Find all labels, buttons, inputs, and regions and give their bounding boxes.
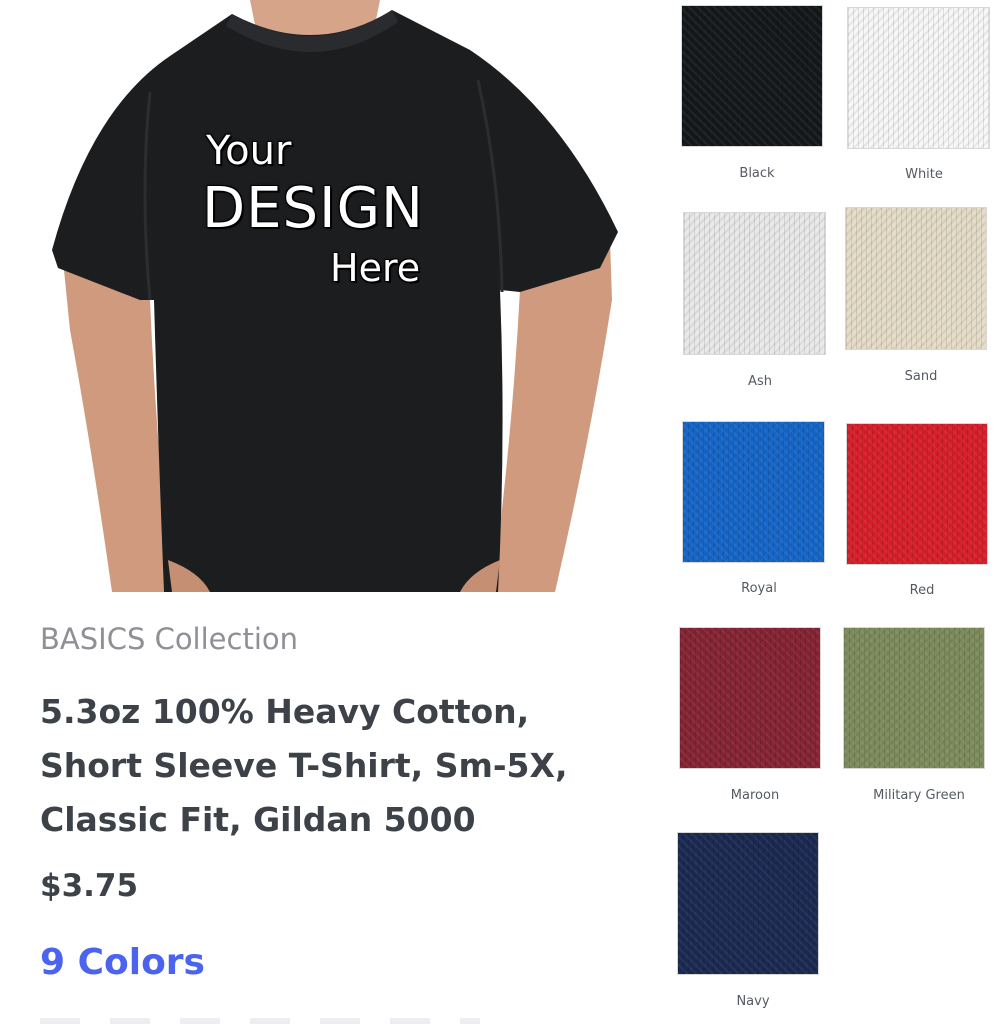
product-title: 5.3oz 100% Heavy Cotton, Short Sleeve T-… <box>40 685 640 847</box>
design-text-your: Your <box>206 128 292 174</box>
faint-divider <box>40 1018 480 1024</box>
swatch-sand[interactable] <box>845 207 987 350</box>
swatch-royal[interactable] <box>682 421 825 563</box>
swatch-label-white: White <box>905 167 943 182</box>
swatch-label-navy: Navy <box>736 994 770 1009</box>
product-image: Your DESIGN Here <box>0 0 640 592</box>
swatch-red[interactable] <box>846 423 988 565</box>
swatch-white[interactable] <box>847 7 990 149</box>
design-text-here: Here <box>330 246 421 290</box>
swatch-label-black: Black <box>739 166 775 181</box>
swatch-label-red: Red <box>909 583 935 598</box>
product-title-line-1: 5.3oz 100% Heavy Cotton, <box>40 692 530 731</box>
model-right-arm <box>492 240 612 592</box>
product-price: $3.75 <box>40 868 139 904</box>
swatch-label-military-green: Military Green <box>873 788 965 803</box>
design-text-design: DESIGN <box>202 176 424 241</box>
swatch-label-royal: Royal <box>741 581 777 596</box>
swatch-black[interactable] <box>681 5 823 147</box>
swatch-maroon[interactable] <box>679 627 821 769</box>
swatch-label-maroon: Maroon <box>730 788 780 803</box>
tshirt-model-illustration <box>52 0 618 592</box>
colors-link[interactable]: 9 Colors <box>40 942 205 983</box>
swatch-label-sand: Sand <box>904 369 938 384</box>
swatch-label-ash: Ash <box>748 374 772 389</box>
swatch-navy[interactable] <box>677 832 819 975</box>
collection-label: BASICS Collection <box>40 622 299 656</box>
swatch-military-green[interactable] <box>843 627 985 769</box>
product-title-line-3: Classic Fit, Gildan 5000 <box>40 800 476 839</box>
swatch-ash[interactable] <box>683 212 826 355</box>
product-title-line-2: Short Sleeve T-Shirt, Sm-5X, <box>40 746 568 785</box>
